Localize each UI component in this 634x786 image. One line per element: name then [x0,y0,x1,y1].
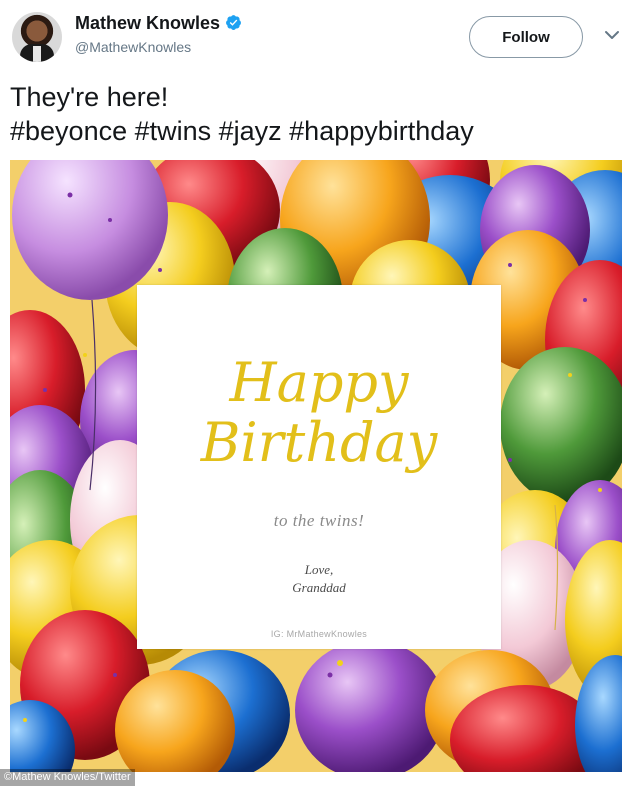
image-credit: ©Mathew Knowles/Twitter [0,769,135,786]
tweet-image[interactable]: Happy Birthday to the twins! Love, Grand… [10,160,622,772]
display-name[interactable]: Mathew Knowles [75,13,242,34]
tweet-text: They're here! #beyonce #twins #jayz #hap… [10,80,620,148]
avatar[interactable] [12,12,62,62]
tweet-header: Mathew Knowles @MathewKnowles Follow [0,0,634,72]
display-name-text[interactable]: Mathew Knowles [75,13,220,33]
avatar-shirt [33,46,41,62]
tweet-line-1: They're here! [10,82,169,112]
card-signature-line-1: Love, [304,562,334,577]
follow-button[interactable]: Follow [469,16,583,58]
card-title-line-1: Happy [229,351,409,414]
card-title-line-2: Birthday [200,411,438,474]
card-subtitle: to the twins! [273,511,365,530]
card-instagram: IG: MrMathewKnowles [270,629,368,639]
birthday-card: Happy Birthday to the twins! Love, Grand… [137,285,501,649]
card-signature-line-2: Granddad [292,580,346,595]
verified-badge-icon [226,15,241,30]
user-handle[interactable]: @MathewKnowles [75,39,191,55]
card-signature: Love, Granddad [137,561,501,597]
chevron-down-icon[interactable] [604,29,620,41]
hashtags[interactable]: #beyonce #twins #jayz #happybirthday [10,114,620,148]
